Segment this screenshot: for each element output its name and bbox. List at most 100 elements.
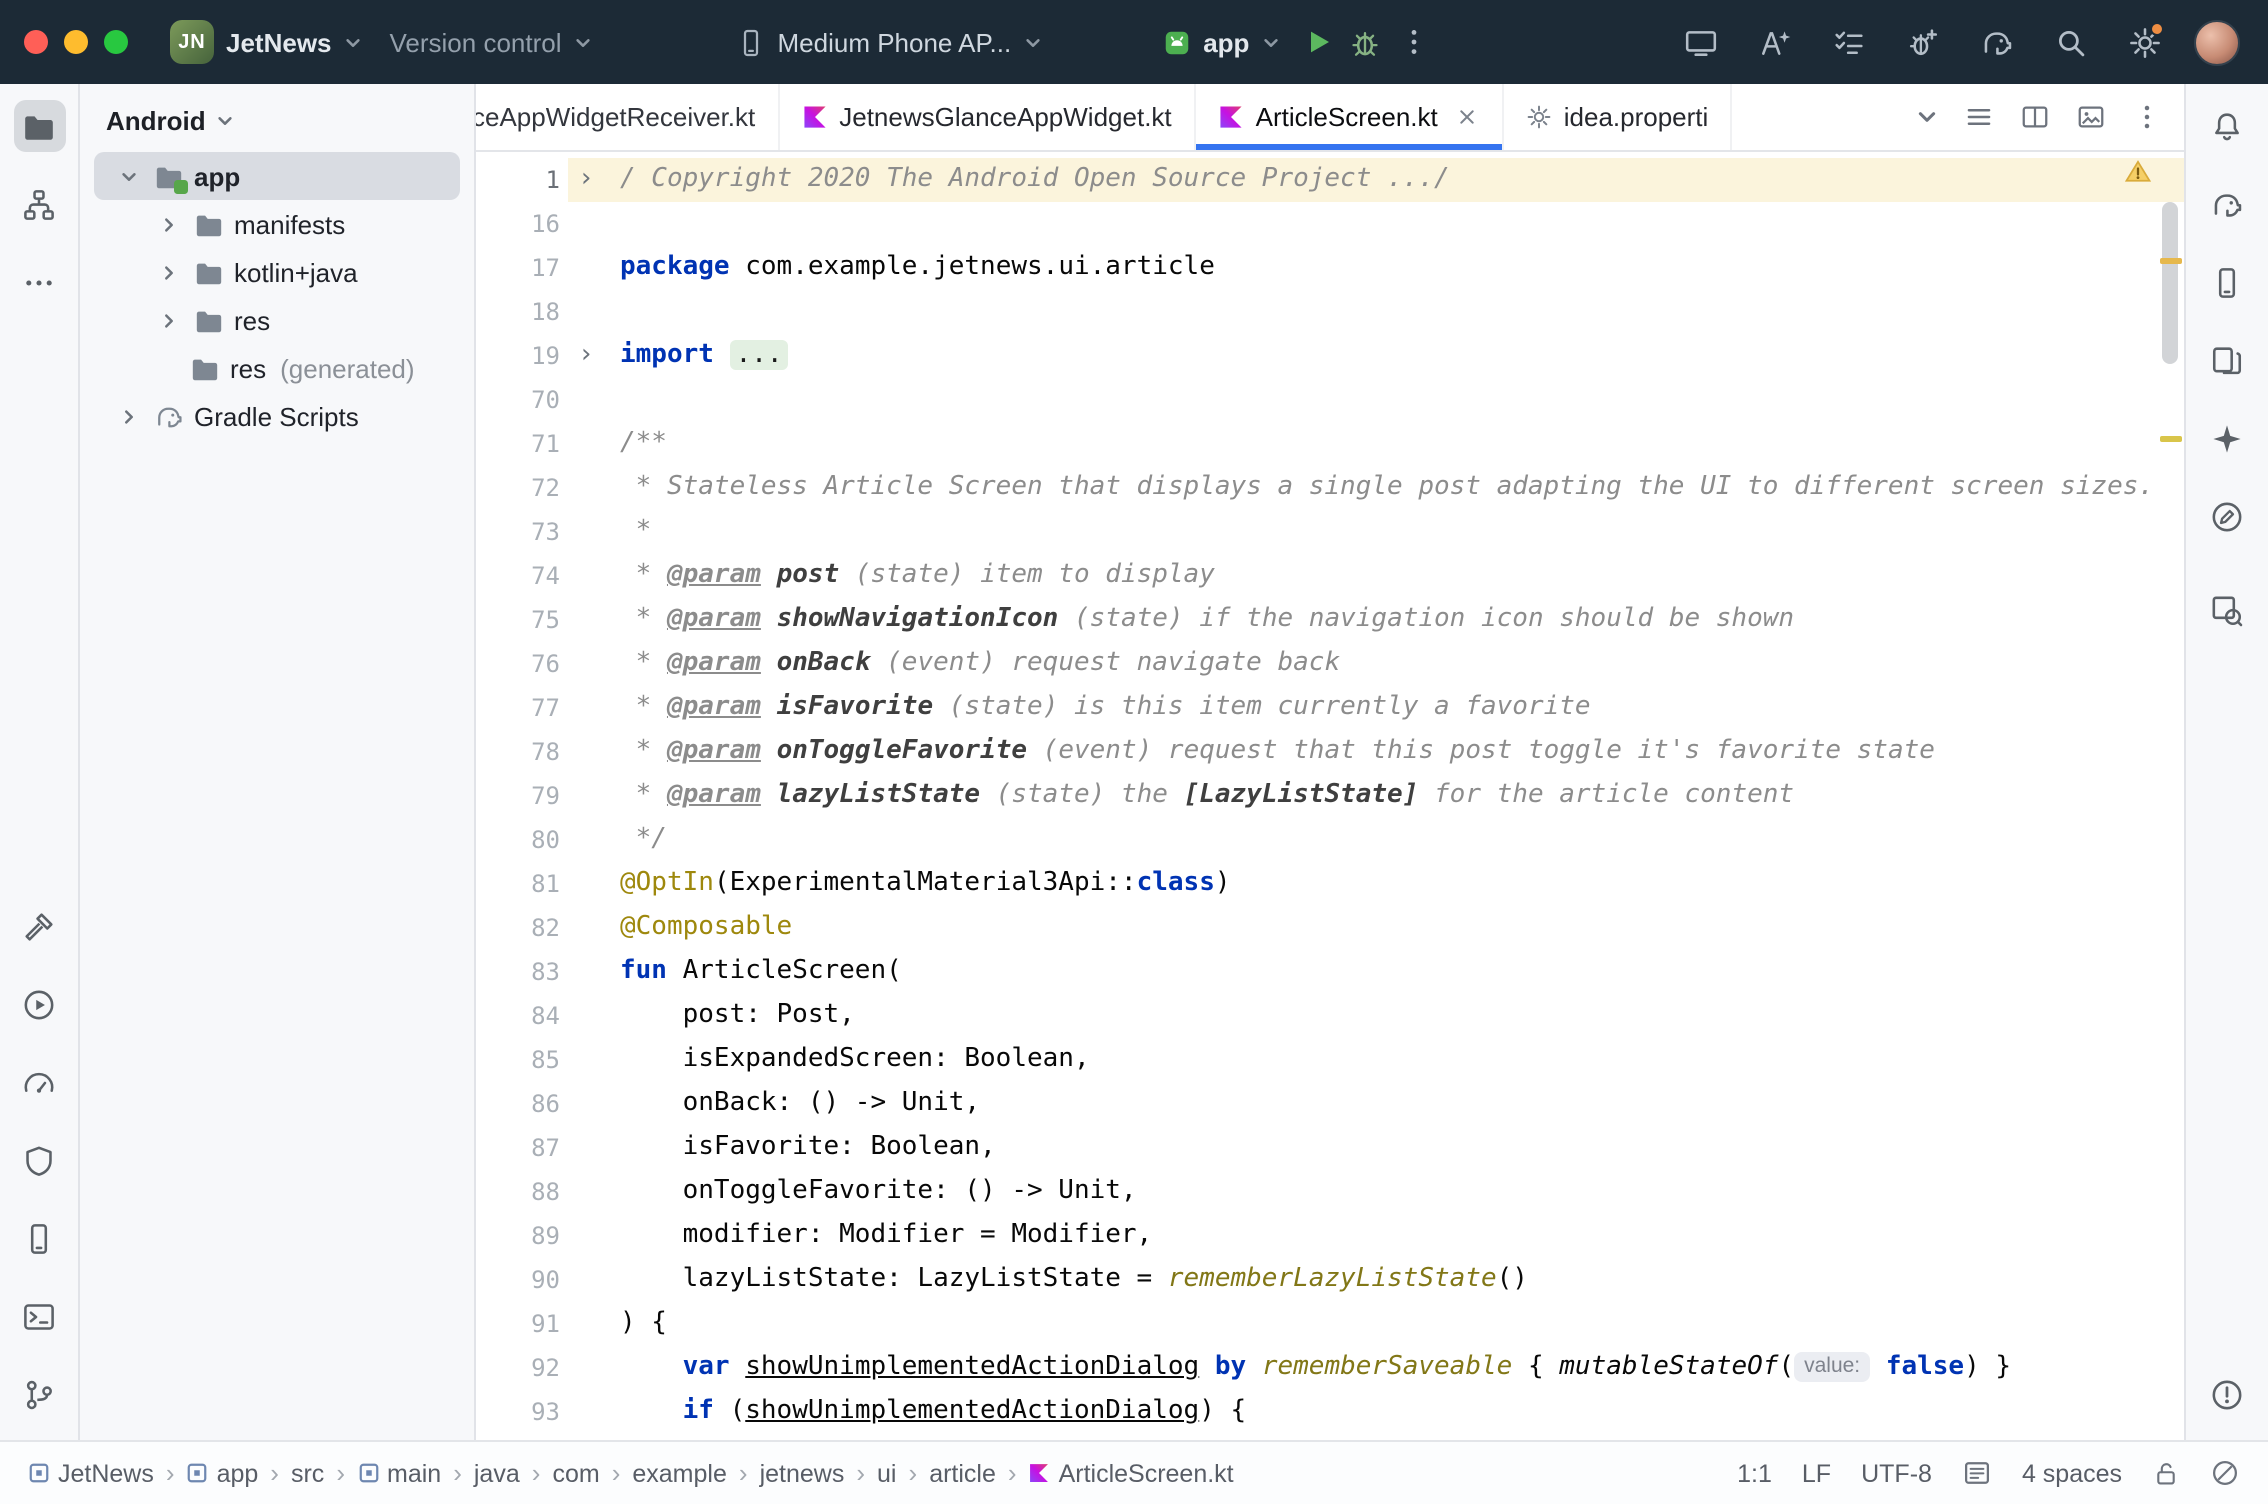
code-text[interactable] (604, 202, 2184, 246)
code-editor[interactable]: 1›/ Copyright 2020 The Android Open Sour… (476, 152, 2184, 1440)
code-line-81[interactable]: 81@OptIn(ExperimentalMaterial3Api::class… (476, 862, 2184, 906)
code-line-19[interactable]: 19›import ... (476, 334, 2184, 378)
chevron-down-icon[interactable] (114, 167, 142, 185)
code-text[interactable]: * @param onToggleFavorite (event) reques… (604, 730, 2184, 774)
tree-item-app[interactable]: app (94, 152, 460, 200)
code-line-75[interactable]: 75 * @param showNavigationIcon (state) i… (476, 598, 2184, 642)
device-manager-icon[interactable] (2201, 256, 2253, 308)
run-tool-icon[interactable] (13, 978, 65, 1030)
code-text[interactable]: package com.example.jetnews.ui.article (604, 246, 2184, 290)
code-text[interactable]: / Copyright 2020 The Android Open Source… (604, 158, 2184, 202)
gradle-icon[interactable] (2201, 178, 2253, 230)
line-separator[interactable]: LF (1802, 1459, 1831, 1487)
breadcrumb-item[interactable]: src (291, 1459, 324, 1487)
code-text[interactable]: * @param post (state) item to display (604, 554, 2184, 598)
code-line-90[interactable]: 90 lazyListState: LazyListState = rememb… (476, 1258, 2184, 1302)
breadcrumb-item[interactable]: java (474, 1459, 520, 1487)
breadcrumb-item[interactable]: com (552, 1459, 599, 1487)
tree-item-res-generated[interactable]: res (generated) (94, 344, 460, 392)
code-text[interactable]: isExpandedScreen: Boolean, (604, 1038, 2184, 1082)
editor-options-icon[interactable] (2132, 102, 2162, 132)
code-line-72[interactable]: 72 * Stateless Article Screen that displ… (476, 466, 2184, 510)
project-widget[interactable]: JN JetNews (156, 12, 376, 72)
code-line-82[interactable]: 82@Composable (476, 906, 2184, 950)
code-line-78[interactable]: 78 * @param onToggleFavorite (event) req… (476, 730, 2184, 774)
tree-item-manifests[interactable]: manifests (94, 200, 460, 248)
code-style-icon[interactable] (1962, 1458, 1992, 1488)
close-tab-icon[interactable] (1454, 104, 1480, 130)
app-quality-insights-icon[interactable] (13, 1134, 65, 1186)
code-text[interactable]: * @param isFavorite (state) is this item… (604, 686, 2184, 730)
warning-stripe-mark[interactable] (2160, 258, 2182, 264)
tab-list-icon[interactable] (1964, 102, 1994, 132)
lock-open-icon[interactable] (2152, 1459, 2180, 1487)
fold-arrow-icon[interactable]: › (568, 334, 604, 378)
code-line-73[interactable]: 73 * (476, 510, 2184, 554)
bug-report-icon[interactable] (1898, 18, 1946, 66)
analysis-status-icon[interactable] (2210, 1458, 2240, 1488)
project-view-selector[interactable]: Android (80, 88, 474, 152)
code-line-79[interactable]: 79 * @param lazyListState (state) the [L… (476, 774, 2184, 818)
close-window-button[interactable] (24, 30, 48, 54)
more-run-actions-icon[interactable] (1389, 18, 1437, 66)
code-line-1[interactable]: 1›/ Copyright 2020 The Android Open Sour… (476, 158, 2184, 202)
notifications-icon[interactable] (2201, 100, 2253, 152)
editor-scrollbar[interactable] (2162, 202, 2178, 364)
code-text[interactable]: * @param onBack (event) request navigate… (604, 642, 2184, 686)
preview-icon[interactable] (2076, 102, 2106, 132)
tree-item-kotlin-java[interactable]: kotlin+java (94, 248, 460, 296)
settings-icon[interactable] (2120, 18, 2168, 66)
vcs-widget[interactable]: Version control (376, 19, 606, 65)
fold-arrow-icon[interactable]: › (568, 158, 604, 202)
terminal-icon[interactable] (13, 1290, 65, 1342)
code-text[interactable]: if (showUnimplementedActionDialog) { (604, 1390, 2184, 1434)
code-text[interactable]: modifier: Modifier = Modifier, (604, 1214, 2184, 1258)
code-line-93[interactable]: 93 if (showUnimplementedActionDialog) { (476, 1390, 2184, 1434)
code-text[interactable]: * (604, 510, 2184, 554)
breadcrumb-item[interactable]: example (632, 1459, 727, 1487)
code-line-84[interactable]: 84 post: Post, (476, 994, 2184, 1038)
code-line-91[interactable]: 91) { (476, 1302, 2184, 1346)
build-icon[interactable] (13, 900, 65, 952)
breadcrumb-item[interactable]: main (357, 1459, 441, 1487)
code-text[interactable]: @OptIn(ExperimentalMaterial3Api::class) (604, 862, 2184, 906)
breadcrumb-item[interactable]: jetnews (760, 1459, 845, 1487)
code-line-83[interactable]: 83fun ArticleScreen( (476, 950, 2184, 994)
gemini-icon[interactable] (2201, 412, 2253, 464)
running-devices-icon[interactable] (2201, 334, 2253, 386)
search-icon[interactable] (2046, 18, 2094, 66)
device-selector[interactable]: Medium Phone AP... (722, 19, 1056, 65)
code-line-70[interactable]: 70 (476, 378, 2184, 422)
code-line-87[interactable]: 87 isFavorite: Boolean, (476, 1126, 2184, 1170)
code-text[interactable]: isFavorite: Boolean, (604, 1126, 2184, 1170)
code-line-88[interactable]: 88 onToggleFavorite: () -> Unit, (476, 1170, 2184, 1214)
code-text[interactable]: lazyListState: LazyListState = rememberL… (604, 1258, 2184, 1302)
minimize-window-button[interactable] (64, 30, 88, 54)
code-text[interactable]: onToggleFavorite: () -> Unit, (604, 1170, 2184, 1214)
run-config-selector[interactable]: app (1147, 19, 1293, 65)
breadcrumb-item[interactable]: article (929, 1459, 996, 1487)
code-text[interactable]: import ... (604, 334, 2184, 378)
more-tool-windows-icon[interactable] (13, 256, 65, 308)
code-line-85[interactable]: 85 isExpandedScreen: Boolean, (476, 1038, 2184, 1082)
debug-button[interactable] (1341, 18, 1389, 66)
code-line-17[interactable]: 17package com.example.jetnews.ui.article (476, 246, 2184, 290)
code-text[interactable]: @Composable (604, 906, 2184, 950)
code-text[interactable]: ) { (604, 1302, 2184, 1346)
code-text[interactable]: fun ArticleScreen( (604, 950, 2184, 994)
device-mirror-icon[interactable] (1676, 18, 1724, 66)
code-line-18[interactable]: 18 (476, 290, 2184, 334)
code-line-16[interactable]: 16 (476, 202, 2184, 246)
code-text[interactable]: * Stateless Article Screen that displays… (604, 466, 2184, 510)
code-line-76[interactable]: 76 * @param onBack (event) request navig… (476, 642, 2184, 686)
hidden-tabs-icon[interactable] (1916, 106, 1938, 128)
version-control-icon[interactable] (13, 1368, 65, 1420)
code-text[interactable] (604, 378, 2184, 422)
gradle-sync-icon[interactable] (1972, 18, 2020, 66)
device-explorer-icon[interactable] (13, 1212, 65, 1264)
code-line-80[interactable]: 80 */ (476, 818, 2184, 862)
code-text[interactable]: post: Post, (604, 994, 2184, 1038)
code-text[interactable]: * @param lazyListState (state) the [Lazy… (604, 774, 2184, 818)
code-text[interactable]: onBack: () -> Unit, (604, 1082, 2184, 1126)
breadcrumb-item[interactable]: JetNews (28, 1459, 154, 1487)
